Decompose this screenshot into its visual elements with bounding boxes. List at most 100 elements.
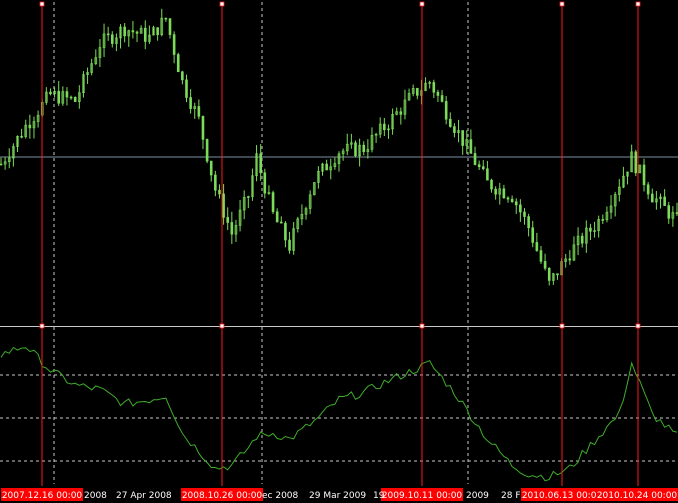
candle-body [201,116,205,140]
time-axis-label: 29 Mar 2009 [309,491,366,501]
candle-body [110,34,114,44]
marker-label: 2010.10.24 00:00 [597,491,678,501]
candle-body [172,34,176,55]
marker-handle[interactable] [39,1,45,7]
trading-chart[interactable]: 2007.12.16 00:00 2008.10.26 00:00 2009.10.… [0,0,678,503]
candle-body [123,26,126,37]
candle-body [535,242,539,251]
candle-body [259,153,262,174]
marker-label: 2007.12.16 00:00 [2,491,83,501]
candle-body [432,82,436,93]
candle-body [49,91,52,95]
candle-body [65,91,69,98]
candle-body [568,258,572,261]
candle-body [646,184,650,195]
candle-body [57,90,61,104]
candle-body [543,261,547,269]
time-axis-label: ec 2008 [262,491,299,501]
candle-body [453,126,456,133]
candle-body [634,151,638,174]
candle-body [481,166,485,170]
candle-body [279,221,283,224]
marker-handle[interactable] [635,323,641,329]
candle-body [502,188,506,199]
candle-body [226,217,230,223]
candle-body [362,144,366,153]
candle-body [20,135,23,138]
candle-body [143,27,147,42]
marker-label: 2009.10.11 00:00 [382,491,463,501]
candle-body [601,219,605,221]
candle-body [205,139,209,162]
candle-body [469,139,473,154]
candle-body [156,27,159,36]
time-axis-label: 28 F [501,491,521,501]
candle-body [69,96,73,99]
candle-body [176,54,180,73]
candle-body [642,164,646,186]
candle-body [514,201,518,206]
candle-body [650,193,654,203]
chart-background [0,0,678,503]
candle-body [209,160,213,176]
candle-body [510,198,514,203]
candle-body [473,153,477,165]
candle-body [135,31,139,34]
candle-body [589,227,592,232]
candle-body [168,18,172,35]
candle-body [477,164,481,167]
candle-body [490,179,493,190]
candle-body [284,222,287,241]
candle-body [519,204,522,213]
candle-body [28,124,32,129]
candle-body [189,97,192,109]
marker-handle[interactable] [559,323,565,329]
candle-body [185,79,188,98]
candle-body [288,239,291,251]
candle-body [416,88,419,96]
candle-body [164,17,168,20]
candle-body [663,196,666,206]
candle-body [325,163,328,171]
candle-body [263,172,267,194]
marker-handle[interactable] [635,1,641,7]
marker-handle[interactable] [559,1,565,7]
candle-body [461,130,464,146]
marker-handle[interactable] [419,323,425,329]
candle-body [131,30,135,33]
candle-body [440,95,444,102]
time-axis-label: 2008 [84,491,107,501]
candle-body [531,227,535,243]
candle-body [275,211,279,223]
time-axis-label: 2009 [466,491,489,501]
candle-body [556,273,559,276]
marker-handle[interactable] [219,323,225,329]
candle-body [580,235,584,244]
candle-body [383,123,386,131]
candle-body [222,193,225,218]
candle-body [181,71,184,81]
candle-body [197,106,201,117]
marker-handle[interactable] [219,1,225,7]
candle-body [667,205,671,219]
candle-body [527,216,530,229]
candle-body [106,33,110,36]
candle-body [494,188,497,195]
candle-body [547,267,551,281]
marker-label: 2010.06.13 00:00 [522,491,603,501]
candle-body [271,192,275,213]
candle-body [218,189,221,195]
time-axis-label: 27 Apr 2008 [116,491,172,501]
candle-body [444,101,448,120]
marker-handle[interactable] [39,323,45,329]
candle-body [73,97,77,102]
candle-body [214,174,217,191]
candle-body [539,250,543,262]
candle-body [399,111,403,115]
time-axis-label: 19 [373,491,385,501]
marker-label: 2008.10.26 00:00 [182,491,263,501]
candle-body [486,168,489,181]
candle-body [448,118,452,127]
candle-body [506,197,510,200]
marker-handle[interactable] [419,1,425,7]
